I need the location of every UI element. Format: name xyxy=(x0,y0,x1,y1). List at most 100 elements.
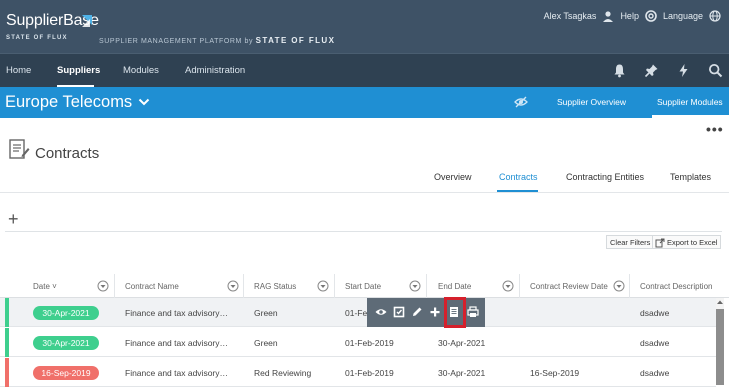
review-date-cell: 16-Sep-2019 xyxy=(530,368,580,378)
column-header-review-date[interactable]: Contract Review Date xyxy=(530,282,608,291)
description-cell: dsadwe xyxy=(640,338,670,348)
user-icon[interactable] xyxy=(602,10,614,22)
scroll-up-arrow-icon[interactable] xyxy=(716,298,724,307)
platform-text: SUPPLIER MANAGEMENT PLATFORM xyxy=(99,38,242,45)
export-icon xyxy=(655,238,665,248)
user-area: Alex Tsagkas Help Language xyxy=(544,10,721,22)
search-icon[interactable] xyxy=(708,63,723,78)
table-row[interactable]: 16-Sep-2019 Finance and tax advisory… Re… xyxy=(0,358,716,387)
column-divider xyxy=(114,274,115,298)
tab-overview[interactable]: Overview xyxy=(434,172,472,182)
column-divider xyxy=(243,274,244,298)
column-header-end-date[interactable]: End Date xyxy=(438,282,471,291)
sort-arrow-icon: ˅ xyxy=(49,282,57,291)
column-divider xyxy=(519,274,520,298)
export-excel-button[interactable]: Export to Excel xyxy=(652,235,722,249)
row-status-flag xyxy=(5,328,9,357)
help-icon[interactable] xyxy=(645,10,657,22)
scrollbar-thumb[interactable] xyxy=(716,309,724,385)
filter-icon[interactable] xyxy=(613,280,625,292)
contract-name-cell[interactable]: Finance and tax advisory… xyxy=(125,308,228,318)
row-action-toolbar xyxy=(367,298,485,327)
toolbar-divider xyxy=(5,231,722,232)
column-header-rag-status[interactable]: RAG Status xyxy=(254,282,296,291)
main-nav: Home Suppliers Modules Administration xyxy=(0,53,729,88)
more-options-button[interactable]: ••• xyxy=(706,121,724,137)
filter-icon[interactable] xyxy=(502,280,514,292)
page-title: Contracts xyxy=(35,145,100,162)
date-badge: 16-Sep-2019 xyxy=(33,366,99,380)
column-header-description[interactable]: Contract Description xyxy=(640,282,712,291)
clear-filters-button[interactable]: Clear Filters xyxy=(606,235,655,249)
filter-icon[interactable] xyxy=(317,280,329,292)
start-date-cell: 01-Feb-2019 xyxy=(345,368,394,378)
start-date-cell: 01-Feb-2019 xyxy=(345,338,394,348)
contract-name-cell[interactable]: Finance and tax advisory… xyxy=(125,338,228,348)
pin-icon[interactable] xyxy=(644,63,659,78)
column-label: Date xyxy=(33,282,50,291)
start-date-cell: 01-Fe xyxy=(345,308,368,318)
column-header-contract-name[interactable]: Contract Name xyxy=(125,282,179,291)
row-status-flag xyxy=(5,298,9,327)
table-row[interactable]: 30-Apr-2021 Finance and tax advisory… Gr… xyxy=(0,328,716,357)
top-header: SupplierBase STATE OF FLUX SUPPLIER MANA… xyxy=(0,0,729,53)
eye-off-icon[interactable] xyxy=(514,96,528,108)
nav-item-modules[interactable]: Modules xyxy=(123,65,159,76)
column-divider xyxy=(334,274,335,298)
nav-item-suppliers[interactable]: Suppliers xyxy=(57,65,100,76)
rag-status-cell: Green xyxy=(254,338,278,348)
export-excel-label: Export to Excel xyxy=(667,238,718,247)
tab-contracts[interactable]: Contracts xyxy=(499,172,538,182)
rag-status-cell: Green xyxy=(254,308,278,318)
end-date-cell: 30-Apr-2021 xyxy=(438,368,486,378)
date-badge: 30-Apr-2021 xyxy=(33,336,99,350)
nav-icon-group xyxy=(612,63,723,78)
brand-logo[interactable]: SupplierBase STATE OF FLUX xyxy=(6,12,99,41)
filter-icon[interactable] xyxy=(409,280,421,292)
pencil-icon[interactable] xyxy=(411,306,423,318)
context-active-indicator xyxy=(652,115,729,118)
nav-item-home[interactable]: Home xyxy=(6,65,31,76)
brand-tagline: STATE OF FLUX xyxy=(6,35,68,41)
supplier-name[interactable]: Europe Telecoms xyxy=(5,93,132,112)
brand-mark-icon xyxy=(82,15,92,27)
description-cell: dsadwe xyxy=(640,368,670,378)
tab-contracting-entities[interactable]: Contracting Entities xyxy=(566,172,644,182)
bell-icon[interactable] xyxy=(612,63,627,78)
supplier-overview-link[interactable]: Supplier Overview xyxy=(557,97,626,107)
plus-icon[interactable] xyxy=(429,306,441,318)
filter-icon[interactable] xyxy=(227,280,239,292)
column-header-date[interactable]: Date ˅ xyxy=(33,282,57,291)
supplier-modules-link[interactable]: Supplier Modules xyxy=(657,97,723,107)
platform-by: by xyxy=(244,38,254,45)
column-divider xyxy=(629,274,630,298)
language-link[interactable]: Language xyxy=(663,11,703,21)
column-header-start-date[interactable]: Start Date xyxy=(345,282,381,291)
nav-item-administration[interactable]: Administration xyxy=(185,65,245,76)
chevron-down-icon[interactable] xyxy=(137,95,151,109)
column-divider xyxy=(426,274,427,298)
lightning-icon[interactable] xyxy=(676,63,691,78)
rag-status-cell: Red Reviewing xyxy=(254,368,312,378)
end-date-cell: 30-Apr-2021 xyxy=(438,338,486,348)
row-status-flag xyxy=(5,358,9,387)
supplier-context-bar: Europe Telecoms Supplier Overview Suppli… xyxy=(0,87,729,118)
table-row[interactable]: 30-Apr-2021 Finance and tax advisory… Gr… xyxy=(0,298,716,327)
eye-icon[interactable] xyxy=(375,306,387,318)
contract-name-cell[interactable]: Finance and tax advisory… xyxy=(125,368,228,378)
user-name[interactable]: Alex Tsagkas xyxy=(544,11,597,21)
platform-company: STATE OF FLUX xyxy=(255,36,336,45)
highlighted-action-box xyxy=(444,297,466,328)
filter-icon[interactable] xyxy=(97,280,109,292)
platform-label: SUPPLIER MANAGEMENT PLATFORM by STATE OF… xyxy=(99,36,335,45)
print-icon[interactable] xyxy=(467,306,479,318)
help-link[interactable]: Help xyxy=(620,11,639,21)
contract-document-icon xyxy=(9,139,30,159)
tab-divider xyxy=(0,192,729,193)
date-badge: 30-Apr-2021 xyxy=(33,306,99,320)
checkbox-icon[interactable] xyxy=(393,306,405,318)
tab-templates[interactable]: Templates xyxy=(670,172,711,182)
globe-icon[interactable] xyxy=(709,10,721,22)
description-cell: dsadwe xyxy=(640,308,670,318)
add-contract-button[interactable]: + xyxy=(8,210,19,228)
